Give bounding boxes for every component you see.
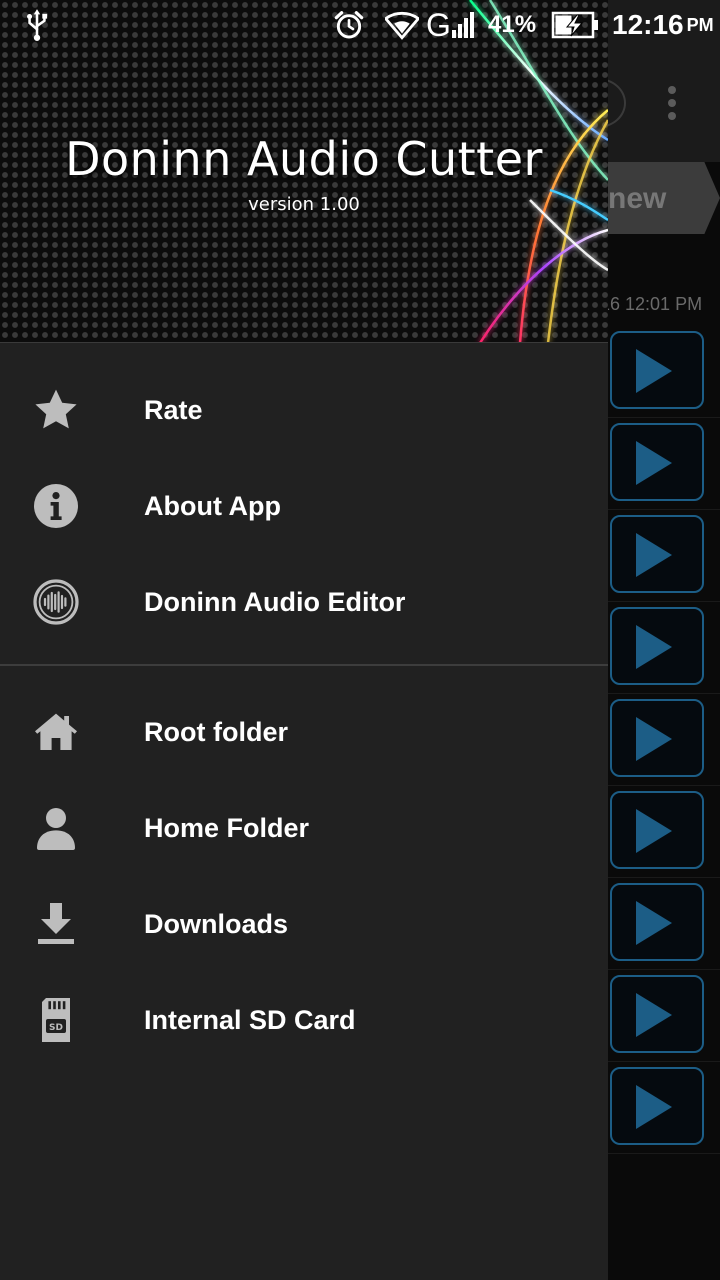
- info-icon: [32, 482, 80, 530]
- audio-wave-icon: [32, 578, 80, 626]
- menu-item-label: About App: [144, 490, 281, 521]
- app-version: version 1.00: [248, 194, 360, 215]
- clock: 12:16 PM: [612, 0, 714, 50]
- recording-row[interactable]: [608, 970, 720, 1062]
- play-button[interactable]: [610, 423, 704, 501]
- menu-item-rate[interactable]: Rate: [0, 362, 608, 458]
- play-button[interactable]: [610, 607, 704, 685]
- svg-text:SD: SD: [49, 1023, 63, 1033]
- recording-row[interactable]: [608, 510, 720, 602]
- play-button[interactable]: [610, 699, 704, 777]
- battery-charging-icon: [551, 0, 599, 50]
- sd-card-icon: SD: [32, 996, 80, 1044]
- play-icon: [636, 625, 672, 669]
- recording-row[interactable]: [608, 418, 720, 510]
- recording-row[interactable]: [608, 786, 720, 878]
- wifi-icon: [385, 0, 419, 50]
- menu-item-root-folder[interactable]: Root folder: [0, 684, 608, 780]
- menu-item-about-app[interactable]: About App: [0, 458, 608, 554]
- recording-row[interactable]: [608, 326, 720, 418]
- recording-date: 16 12:01 PM: [600, 294, 703, 314]
- navigation-drawer: Doninn Audio Cutter version 1.00 Rate Ab…: [0, 0, 608, 1280]
- play-button[interactable]: [610, 331, 704, 409]
- menu-item-audio-editor[interactable]: Doninn Audio Editor: [0, 554, 608, 650]
- new-tab-label: new: [608, 182, 667, 215]
- battery-percentage: 41%: [488, 11, 537, 38]
- menu-item-label: Root folder: [144, 716, 288, 747]
- play-icon: [636, 1085, 672, 1129]
- menu-item-label: Internal SD Card: [144, 1004, 356, 1035]
- menu-item-internal-sd-card[interactable]: SD Internal SD Card: [0, 972, 608, 1068]
- menu-divider: [0, 664, 608, 666]
- network-type-label: G: [426, 6, 451, 43]
- play-icon: [636, 349, 672, 393]
- play-button[interactable]: [610, 515, 704, 593]
- menu-item-home-folder[interactable]: Home Folder: [0, 780, 608, 876]
- usb-icon: [24, 0, 50, 50]
- overflow-menu-icon[interactable]: [664, 86, 680, 126]
- play-button[interactable]: [610, 1067, 704, 1145]
- star-icon: [32, 386, 80, 434]
- play-icon: [636, 993, 672, 1037]
- play-icon: [636, 809, 672, 853]
- home-icon: [32, 708, 80, 756]
- recording-row[interactable]: [608, 1062, 720, 1154]
- play-icon: [636, 717, 672, 761]
- menu-item-label: Rate: [144, 394, 203, 425]
- person-icon: [32, 804, 80, 852]
- play-icon: [636, 441, 672, 485]
- menu-item-label: Doninn Audio Editor: [144, 586, 406, 617]
- app-title: Doninn Audio Cutter: [65, 132, 543, 186]
- new-tab[interactable]: new: [590, 162, 720, 234]
- download-icon: [32, 900, 80, 948]
- clock-period: PM: [686, 14, 714, 35]
- menu-item-label: Downloads: [144, 908, 289, 939]
- drawer-header: Doninn Audio Cutter version 1.00: [0, 0, 608, 343]
- play-button[interactable]: [610, 975, 704, 1053]
- alarm-icon: [333, 0, 365, 50]
- recording-row[interactable]: [608, 694, 720, 786]
- play-button[interactable]: [610, 791, 704, 869]
- status-bar: G 41% 12:16 PM: [0, 0, 720, 50]
- signal-icon: G: [426, 0, 474, 50]
- recording-row[interactable]: [608, 602, 720, 694]
- recording-row[interactable]: [608, 878, 720, 970]
- play-icon: [636, 901, 672, 945]
- menu-item-label: Home Folder: [144, 812, 310, 843]
- play-icon: [636, 533, 672, 577]
- play-button[interactable]: [610, 883, 704, 961]
- menu-item-downloads[interactable]: Downloads: [0, 876, 608, 972]
- clock-time: 12:16: [612, 9, 684, 40]
